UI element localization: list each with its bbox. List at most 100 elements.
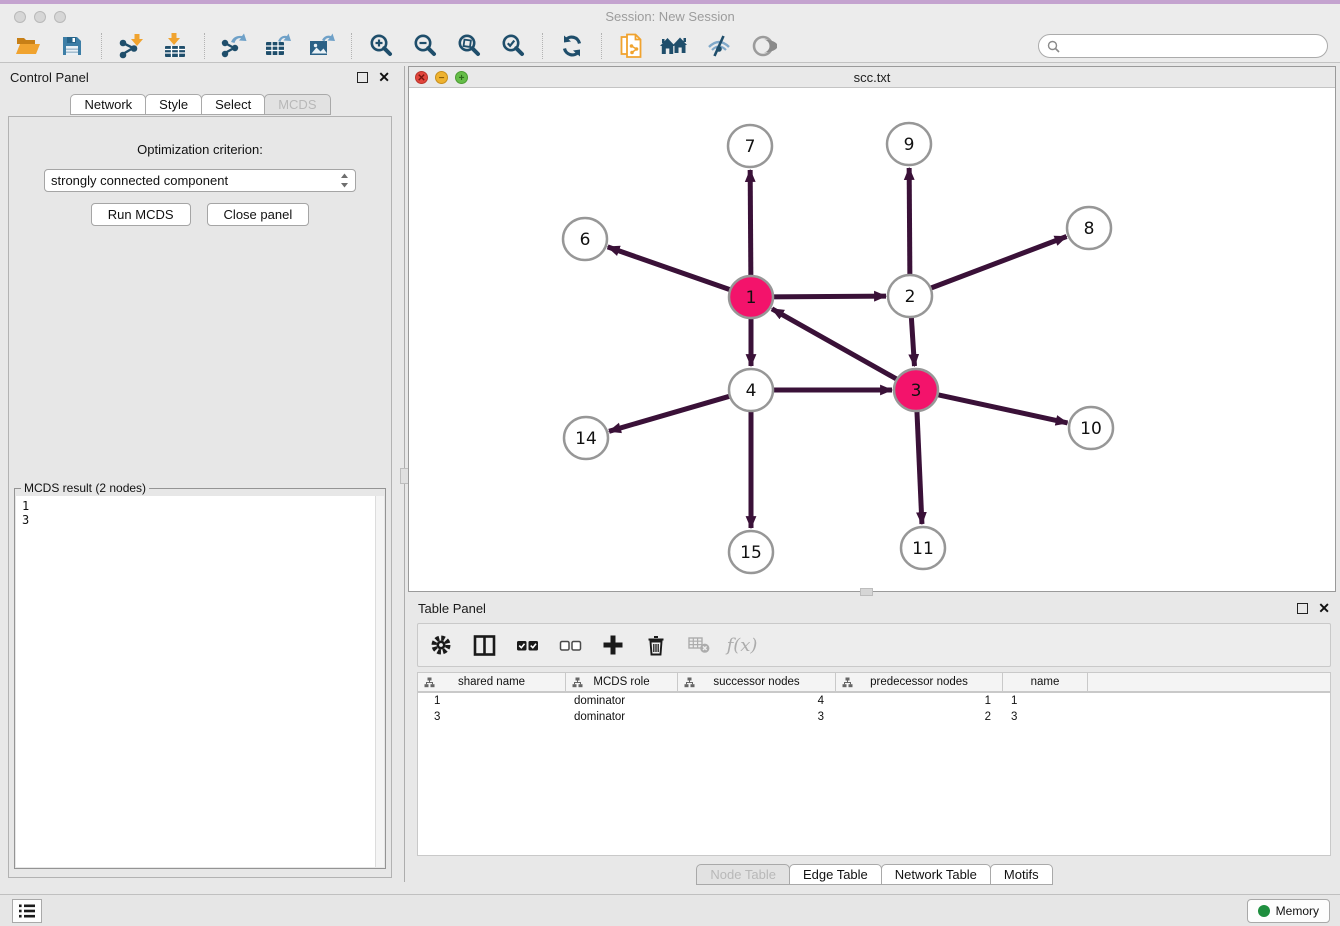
zoom-out-button[interactable] xyxy=(407,31,443,61)
table-row[interactable]: 3dominator323 xyxy=(418,709,1330,725)
graph-node-10[interactable]: 10 xyxy=(1069,407,1113,449)
edge-4-14[interactable] xyxy=(609,395,733,431)
edge-3-1[interactable] xyxy=(772,309,900,381)
tab-node-table[interactable]: Node Table xyxy=(696,864,790,885)
run-mcds-button[interactable]: Run MCDS xyxy=(91,203,191,226)
zoom-selected-button[interactable] xyxy=(495,31,531,61)
mcds-result-area[interactable]: 1 3 xyxy=(16,496,384,867)
hide-graphics-details-button[interactable] xyxy=(701,31,737,61)
svg-text:6: 6 xyxy=(580,230,591,250)
deselect-all-checkboxes-icon[interactable] xyxy=(557,632,583,658)
horizontal-splitter-grip[interactable] xyxy=(860,588,873,596)
graph-node-6[interactable]: 6 xyxy=(563,218,607,260)
close-panel-button[interactable]: Close panel xyxy=(207,203,310,226)
network-window-title: scc.txt xyxy=(409,67,1335,88)
cell-predecessor-nodes: 2 xyxy=(836,709,1003,725)
criterion-dropdown[interactable]: strongly connected component xyxy=(44,169,356,192)
close-window-button[interactable] xyxy=(14,11,26,23)
column-header-MCDS-role[interactable]: MCDS role xyxy=(566,673,678,691)
toolbar-separator xyxy=(351,33,352,59)
tab-select[interactable]: Select xyxy=(201,94,265,115)
float-table-panel-icon[interactable] xyxy=(1297,603,1308,614)
edge-2-3[interactable] xyxy=(911,315,914,366)
edge-2-8[interactable] xyxy=(928,237,1067,290)
open-session-button[interactable] xyxy=(10,31,46,61)
export-table-button[interactable] xyxy=(260,31,296,61)
table-panel-header: Table Panel ✕ xyxy=(408,597,1340,619)
memory-status-icon xyxy=(1258,905,1270,917)
float-panel-icon[interactable] xyxy=(357,72,368,83)
result-scrollbar[interactable] xyxy=(375,496,384,867)
graph-node-7[interactable]: 7 xyxy=(728,125,772,167)
import-table-button[interactable] xyxy=(157,31,193,61)
graph-node-8[interactable]: 8 xyxy=(1067,207,1111,249)
gear-icon[interactable] xyxy=(428,632,454,658)
cell-name: 1 xyxy=(1003,693,1088,709)
export-image-button[interactable] xyxy=(304,31,340,61)
network-canvas[interactable]: 7 9 6 8 1 2 4 3 14 10 15 11 xyxy=(409,88,1335,591)
graph-node-3[interactable]: 3 xyxy=(894,369,938,411)
tab-network[interactable]: Network xyxy=(70,94,146,115)
svg-text:2: 2 xyxy=(905,287,916,307)
save-session-button[interactable] xyxy=(54,31,90,61)
node-table: shared nameMCDS rolesuccessor nodesprede… xyxy=(417,672,1331,856)
graph-node-14[interactable]: 14 xyxy=(564,417,608,459)
column-header-shared-name[interactable]: shared name xyxy=(418,673,566,691)
graph-node-15[interactable]: 15 xyxy=(729,531,773,573)
select-all-checkboxes-icon[interactable] xyxy=(514,632,540,658)
toolbar-separator xyxy=(601,33,602,59)
zoom-fit-button[interactable] xyxy=(451,31,487,61)
tab-mcds[interactable]: MCDS xyxy=(264,94,330,115)
edge-3-11[interactable] xyxy=(917,409,922,524)
network-file-button[interactable] xyxy=(613,31,649,61)
cell-shared-name: 3 xyxy=(418,709,566,725)
minimize-network-button[interactable]: − xyxy=(435,71,448,84)
edge-1-2[interactable] xyxy=(770,296,886,297)
search-icon xyxy=(1047,40,1060,53)
svg-text:15: 15 xyxy=(740,543,762,563)
maximize-network-button[interactable]: + xyxy=(455,71,468,84)
refresh-button[interactable] xyxy=(554,31,590,61)
minimize-window-button[interactable] xyxy=(34,11,46,23)
edge-1-7[interactable] xyxy=(750,170,751,278)
close-network-button[interactable]: ✕ xyxy=(415,71,428,84)
search-input[interactable] xyxy=(1065,39,1319,53)
graph-node-2[interactable]: 2 xyxy=(888,275,932,317)
table-row[interactable]: 1dominator411 xyxy=(418,693,1330,709)
tab-motifs[interactable]: Motifs xyxy=(990,864,1053,885)
column-header-successor-nodes[interactable]: successor nodes xyxy=(678,673,836,691)
tab-edge-table[interactable]: Edge Table xyxy=(789,864,882,885)
show-graphics-details-button[interactable] xyxy=(745,31,781,61)
close-panel-icon[interactable]: ✕ xyxy=(378,72,390,83)
tab-network-table[interactable]: Network Table xyxy=(881,864,991,885)
search-field[interactable] xyxy=(1038,34,1328,58)
mcds-result-title: MCDS result (2 nodes) xyxy=(21,481,149,495)
cell-MCDS-role: dominator xyxy=(566,709,678,725)
import-network-button[interactable] xyxy=(113,31,149,61)
close-table-panel-icon[interactable]: ✕ xyxy=(1318,603,1330,614)
column-header-predecessor-nodes[interactable]: predecessor nodes xyxy=(836,673,1003,691)
column-header-name[interactable]: name xyxy=(1003,673,1088,691)
toolbar-separator xyxy=(542,33,543,59)
svg-text:3: 3 xyxy=(911,381,922,401)
zoom-in-button[interactable] xyxy=(363,31,399,61)
edge-3-10[interactable] xyxy=(935,394,1068,423)
graph-node-1[interactable]: 1 xyxy=(729,276,773,318)
zoom-window-button[interactable] xyxy=(54,11,66,23)
columns-icon[interactable] xyxy=(471,632,497,658)
tab-style[interactable]: Style xyxy=(145,94,202,115)
home-button[interactable] xyxy=(657,31,693,61)
control-panel: Control Panel ✕ NetworkStyleSelectMCDS O… xyxy=(0,66,400,882)
delete-column-icon[interactable] xyxy=(643,632,669,658)
status-bar: Memory xyxy=(0,894,1340,926)
graph-node-4[interactable]: 4 xyxy=(729,369,773,411)
export-network-button[interactable] xyxy=(216,31,252,61)
memory-button[interactable]: Memory xyxy=(1247,899,1330,923)
graph-node-9[interactable]: 9 xyxy=(887,123,931,165)
add-column-icon[interactable] xyxy=(600,632,626,658)
edge-2-9[interactable] xyxy=(909,168,910,277)
window-controls xyxy=(14,11,66,23)
task-history-button[interactable] xyxy=(12,899,42,923)
edge-1-6[interactable] xyxy=(608,247,733,291)
graph-node-11[interactable]: 11 xyxy=(901,527,945,569)
